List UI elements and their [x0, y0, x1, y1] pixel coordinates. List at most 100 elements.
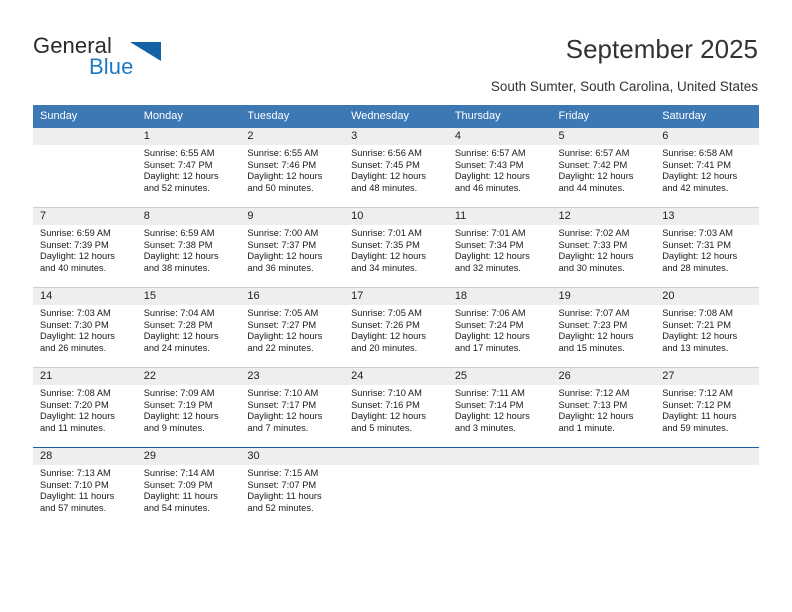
sunrise-text: Sunrise: 7:10 AM — [351, 388, 422, 398]
daylight-text-line2: and 40 minutes. — [40, 262, 107, 273]
daylight-text-line2: and 7 minutes. — [247, 422, 309, 433]
calendar-day-cell[interactable]: 14 Sunrise: 7:03 AM Sunset: 7:30 PM Dayligh… — [33, 287, 137, 368]
sunset-text: Sunset: 7:28 PM — [143, 319, 213, 330]
calendar-day-cell[interactable]: 20 Sunrise: 7:08 AM Sunset: 7:21 PM Dayligh… — [655, 287, 759, 368]
day-number: 23 — [240, 368, 345, 385]
daylight-text-line1: Daylight: 12 hours — [40, 251, 115, 262]
calendar-day-cell[interactable]: 6 Sunrise: 6:58 AM Sunset: 7:41 PM Daylight… — [655, 128, 759, 208]
calendar-day-cell[interactable]: 4 Sunrise: 6:57 AM Sunset: 7:43 PM Daylight… — [447, 128, 552, 208]
calendar-day-cell[interactable]: 22 Sunrise: 7:09 AM Sunset: 7:19 PM Dayligh… — [136, 367, 241, 448]
sunrise-text: Sunrise: 7:01 AM — [351, 228, 422, 238]
day-details: Sunrise: 7:08 AM Sunset: 7:20 PM Daylight:… — [33, 385, 137, 434]
day-details: Sunrise: 7:05 AM Sunset: 7:26 PM Daylight:… — [344, 305, 448, 354]
calendar-day-cell[interactable]: 12 Sunrise: 7:02 AM Sunset: 7:33 PM Dayligh… — [551, 207, 656, 288]
day-number: 22 — [136, 368, 241, 385]
day-details: Sunrise: 7:11 AM Sunset: 7:14 PM Daylight:… — [448, 385, 552, 434]
day-details: Sunrise: 7:12 AM Sunset: 7:12 PM Daylight:… — [655, 385, 759, 434]
calendar-day-cell[interactable]: 2 Sunrise: 6:55 AM Sunset: 7:46 PM Daylight… — [240, 128, 345, 208]
daylight-text-line2: and 20 minutes. — [351, 342, 418, 353]
calendar-day-cell[interactable]: 28 Sunrise: 7:13 AM Sunset: 7:10 PM Dayligh… — [33, 447, 137, 527]
calendar-day-cell[interactable]: 1 Sunrise: 6:55 AM Sunset: 7:47 PM Daylight… — [136, 128, 241, 208]
day-details: Sunrise: 6:59 AM Sunset: 7:38 PM Daylight:… — [137, 225, 241, 274]
calendar-day-cell[interactable]: 21 Sunrise: 7:08 AM Sunset: 7:20 PM Dayligh… — [33, 367, 137, 448]
calendar-day-cell[interactable]: 25 Sunrise: 7:11 AM Sunset: 7:14 PM Dayligh… — [447, 367, 552, 448]
daylight-text-line2: and 34 minutes. — [351, 262, 418, 273]
weekday-header-sunday: Sunday — [33, 105, 137, 128]
day-number — [655, 448, 759, 465]
sunset-text: Sunset: 7:12 PM — [662, 399, 731, 410]
calendar-day-cell-empty — [655, 447, 759, 527]
day-number: 8 — [136, 208, 241, 225]
sunrise-text: Sunrise: 7:05 AM — [247, 308, 319, 318]
calendar-day-cell[interactable]: 10 Sunrise: 7:01 AM Sunset: 7:35 PM Dayligh… — [344, 207, 448, 288]
calendar-page: General Blue September 2025 South Sumter… — [0, 0, 792, 612]
sunset-text: Sunset: 7:23 PM — [558, 319, 628, 330]
sunrise-sunset-calendar-table: Sunday Monday Tuesday Wednesday Thursday… — [33, 105, 759, 527]
sunset-text: Sunset: 7:24 PM — [454, 319, 524, 330]
calendar-day-cell[interactable]: 7 Sunrise: 6:59 AM Sunset: 7:39 PM Daylight… — [33, 207, 137, 288]
calendar-day-cell[interactable]: 15 Sunrise: 7:04 AM Sunset: 7:28 PM Dayligh… — [136, 287, 241, 368]
daylight-text-line2: and 17 minutes. — [454, 342, 521, 353]
daylight-text-line2: and 32 minutes. — [454, 262, 521, 273]
weekday-header-friday: Friday — [551, 105, 656, 128]
sunset-text: Sunset: 7:46 PM — [247, 159, 317, 170]
calendar-day-cell[interactable]: 17 Sunrise: 7:05 AM Sunset: 7:26 PM Dayligh… — [344, 287, 448, 368]
day-details: Sunrise: 7:01 AM Sunset: 7:35 PM Daylight:… — [344, 225, 448, 274]
calendar-day-cell[interactable]: 29 Sunrise: 7:14 AM Sunset: 7:09 PM Dayligh… — [136, 447, 241, 527]
calendar-day-cell[interactable]: 23 Sunrise: 7:10 AM Sunset: 7:17 PM Dayligh… — [240, 367, 345, 448]
calendar-day-cell[interactable]: 24 Sunrise: 7:10 AM Sunset: 7:16 PM Dayligh… — [344, 367, 448, 448]
calendar-day-cell[interactable]: 9 Sunrise: 7:00 AM Sunset: 7:37 PM Daylight… — [240, 207, 345, 288]
day-details: Sunrise: 7:06 AM Sunset: 7:24 PM Daylight:… — [448, 305, 552, 354]
calendar-day-cell-empty — [447, 447, 552, 527]
calendar-day-cell[interactable]: 5 Sunrise: 6:57 AM Sunset: 7:42 PM Daylight… — [551, 128, 656, 208]
day-details: Sunrise: 7:00 AM Sunset: 7:37 PM Daylight:… — [240, 225, 344, 274]
logo-text-blue: Blue — [89, 54, 134, 79]
daylight-text-line2: and 44 minutes. — [558, 182, 625, 193]
day-details: Sunrise: 7:10 AM Sunset: 7:17 PM Daylight:… — [240, 385, 344, 434]
calendar-week-row: 7 Sunrise: 6:59 AM Sunset: 7:39 PM Daylight… — [33, 207, 759, 288]
day-details: Sunrise: 6:55 AM Sunset: 7:46 PM Daylight:… — [240, 145, 344, 194]
day-details: Sunrise: 7:02 AM Sunset: 7:33 PM Daylight:… — [552, 225, 656, 274]
sunrise-text: Sunrise: 7:08 AM — [662, 308, 734, 318]
calendar-day-cell-empty — [33, 128, 137, 208]
calendar-day-cell[interactable]: 18 Sunrise: 7:06 AM Sunset: 7:24 PM Dayligh… — [447, 287, 552, 368]
calendar-day-cell[interactable]: 30 Sunrise: 7:15 AM Sunset: 7:07 PM Dayligh… — [240, 447, 345, 527]
sunrise-text: Sunrise: 7:11 AM — [454, 388, 525, 398]
daylight-text-line1: Daylight: 12 hours — [247, 171, 323, 182]
day-details: Sunrise: 7:13 AM Sunset: 7:10 PM Daylight:… — [33, 465, 137, 514]
daylight-text-line2: and 9 minutes. — [143, 422, 205, 433]
day-number: 20 — [655, 288, 759, 305]
daylight-text-line1: Daylight: 11 hours — [247, 491, 322, 502]
day-number: 27 — [655, 368, 759, 385]
calendar-day-cell[interactable]: 26 Sunrise: 7:12 AM Sunset: 7:13 PM Dayligh… — [551, 367, 656, 448]
calendar-body: 1 Sunrise: 6:55 AM Sunset: 7:47 PM Daylight… — [33, 128, 759, 527]
weekday-header-thursday: Thursday — [447, 105, 552, 128]
daylight-text-line1: Daylight: 12 hours — [662, 331, 738, 342]
day-details: Sunrise: 7:15 AM Sunset: 7:07 PM Daylight:… — [240, 465, 344, 514]
day-number: 14 — [33, 288, 137, 305]
sunrise-text: Sunrise: 6:59 AM — [40, 228, 111, 238]
general-blue-logo[interactable]: General Blue — [33, 33, 233, 83]
calendar-day-cell[interactable]: 27 Sunrise: 7:12 AM Sunset: 7:12 PM Dayligh… — [655, 367, 759, 448]
sunrise-text: Sunrise: 7:12 AM — [558, 388, 630, 398]
sunrise-text: Sunrise: 6:57 AM — [454, 148, 526, 158]
day-number: 1 — [136, 128, 241, 145]
calendar-day-cell[interactable]: 13 Sunrise: 7:03 AM Sunset: 7:31 PM Dayligh… — [655, 207, 759, 288]
sunset-text: Sunset: 7:37 PM — [247, 239, 317, 250]
sunset-text: Sunset: 7:27 PM — [247, 319, 317, 330]
daylight-text-line2: and 52 minutes. — [247, 502, 314, 513]
sunset-text: Sunset: 7:26 PM — [351, 319, 420, 330]
sunrise-text: Sunrise: 7:09 AM — [143, 388, 215, 398]
daylight-text-line1: Daylight: 12 hours — [143, 331, 219, 342]
sunset-text: Sunset: 7:30 PM — [40, 319, 109, 330]
sunset-text: Sunset: 7:33 PM — [558, 239, 628, 250]
daylight-text-line2: and 57 minutes. — [40, 502, 107, 513]
day-number: 17 — [344, 288, 448, 305]
daylight-text-line1: Daylight: 12 hours — [558, 331, 634, 342]
calendar-day-cell[interactable]: 16 Sunrise: 7:05 AM Sunset: 7:27 PM Dayligh… — [240, 287, 345, 368]
calendar-day-cell[interactable]: 3 Sunrise: 6:56 AM Sunset: 7:45 PM Daylight… — [344, 128, 448, 208]
calendar-day-cell[interactable]: 19 Sunrise: 7:07 AM Sunset: 7:23 PM Dayligh… — [551, 287, 656, 368]
daylight-text-line1: Daylight: 12 hours — [143, 411, 219, 422]
calendar-day-cell[interactable]: 11 Sunrise: 7:01 AM Sunset: 7:34 PM Dayligh… — [447, 207, 552, 288]
calendar-day-cell[interactable]: 8 Sunrise: 6:59 AM Sunset: 7:38 PM Daylight… — [136, 207, 241, 288]
